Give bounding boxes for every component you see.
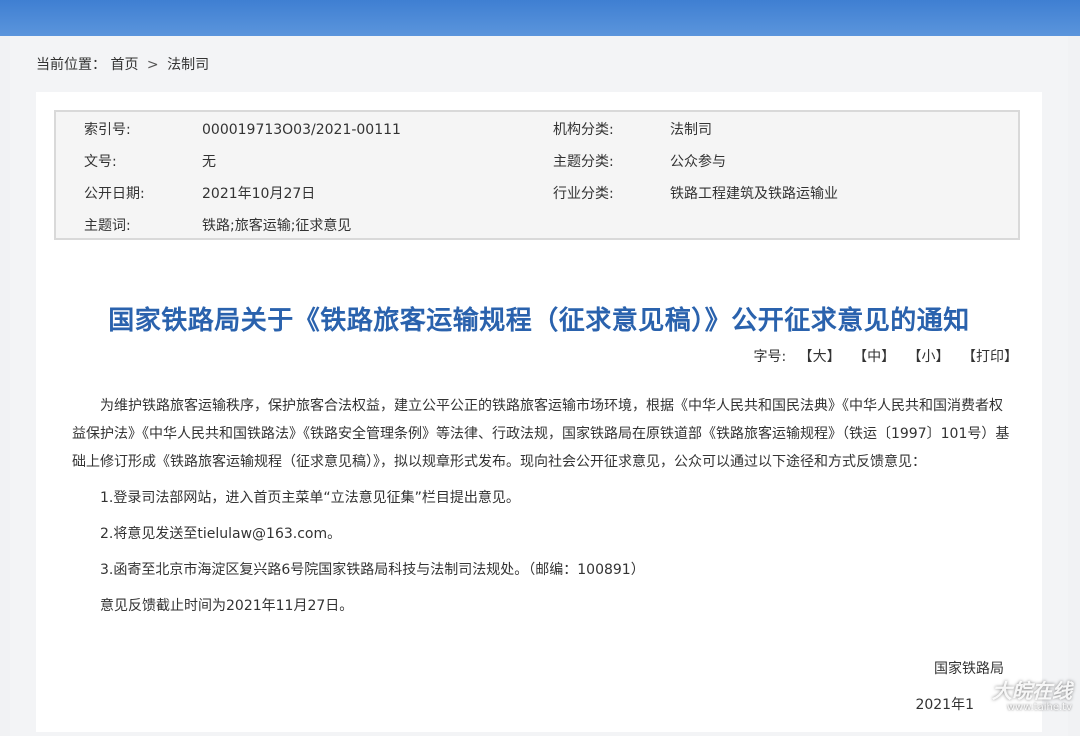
document-number-label: 文号: (84, 154, 117, 170)
document-metadata-table: 索引号: 000019713O03/2021-00111 机构分类: 法制司 文… (54, 110, 1020, 240)
publish-date-label: 公开日期: (84, 186, 145, 202)
font-size-label: 字号: (753, 349, 787, 365)
document-body: 为维护铁路旅客运输秩序，保护旅客合法权益，建立公平公正的铁路旅客运输市场环境，根… (72, 392, 1010, 620)
document-title: 国家铁路局关于《铁路旅客运输规程（征求意见稿）》公开征求意见的通知 (108, 306, 970, 337)
feedback-method-2: 2.将意见发送至tielulaw@163.com。 (100, 526, 342, 542)
organization-category-label: 机构分类: (553, 122, 614, 138)
issuer-signature: 国家铁路局 (934, 661, 1004, 677)
print-button[interactable]: 【打印】 (962, 349, 1018, 365)
breadcrumb-home-link[interactable]: 首页 (110, 56, 138, 74)
feedback-method-1: 1.登录司法部网站，进入首页主菜单“立法意见征集”栏目提出意见。 (100, 490, 520, 506)
metadata-row: 文号: 无 主题分类: 公众参与 (56, 146, 1018, 178)
index-number-label: 索引号: (84, 122, 131, 138)
industry-category-label: 行业分类: (553, 186, 614, 202)
breadcrumb-prefix: 当前位置： (36, 57, 106, 73)
metadata-row: 主题词: 铁路;旅客运输;征求意见 (56, 210, 1018, 242)
top-banner (0, 0, 1080, 36)
metadata-row: 索引号: 000019713O03/2021-00111 机构分类: 法制司 (56, 114, 1018, 146)
metadata-row: 公开日期: 2021年10月27日 行业分类: 铁路工程建筑及铁路运输业 (56, 178, 1018, 210)
organization-category-value: 法制司 (670, 122, 712, 138)
index-number-value: 000019713O03/2021-00111 (202, 122, 401, 138)
font-size-toolbar: 字号: 【大】 【中】 【小】 【打印】 (753, 348, 1018, 366)
font-size-large-button[interactable]: 【大】 (799, 349, 841, 365)
intro-paragraph: 为维护铁路旅客运输秩序，保护旅客合法权益，建立公平公正的铁路旅客运输市场环境，根… (72, 398, 1010, 470)
topic-category-label: 主题分类: (553, 154, 614, 170)
breadcrumb-separator: > (146, 57, 159, 73)
keywords-label: 主题词: (84, 218, 131, 234)
breadcrumb: 当前位置： 首页 > 法制司 (36, 56, 209, 74)
industry-category-value: 铁路工程建筑及铁路运输业 (670, 186, 838, 202)
topic-category-value: 公众参与 (670, 154, 726, 170)
font-size-medium-button[interactable]: 【中】 (853, 349, 895, 365)
publish-date-value: 2021年10月27日 (202, 186, 316, 202)
font-size-small-button[interactable]: 【小】 (908, 349, 950, 365)
document-number-value: 无 (202, 154, 216, 170)
keywords-value: 铁路;旅客运输;征求意见 (202, 218, 352, 234)
deadline-paragraph: 意见反馈截止时间为2021年11月27日。 (100, 598, 354, 614)
breadcrumb-current-link[interactable]: 法制司 (167, 56, 209, 74)
feedback-method-3: 3.函寄至北京市海淀区复兴路6号院国家铁路局科技与法制司法规处。（邮编：1008… (100, 562, 645, 578)
issue-date: 2021年1 (915, 697, 974, 713)
